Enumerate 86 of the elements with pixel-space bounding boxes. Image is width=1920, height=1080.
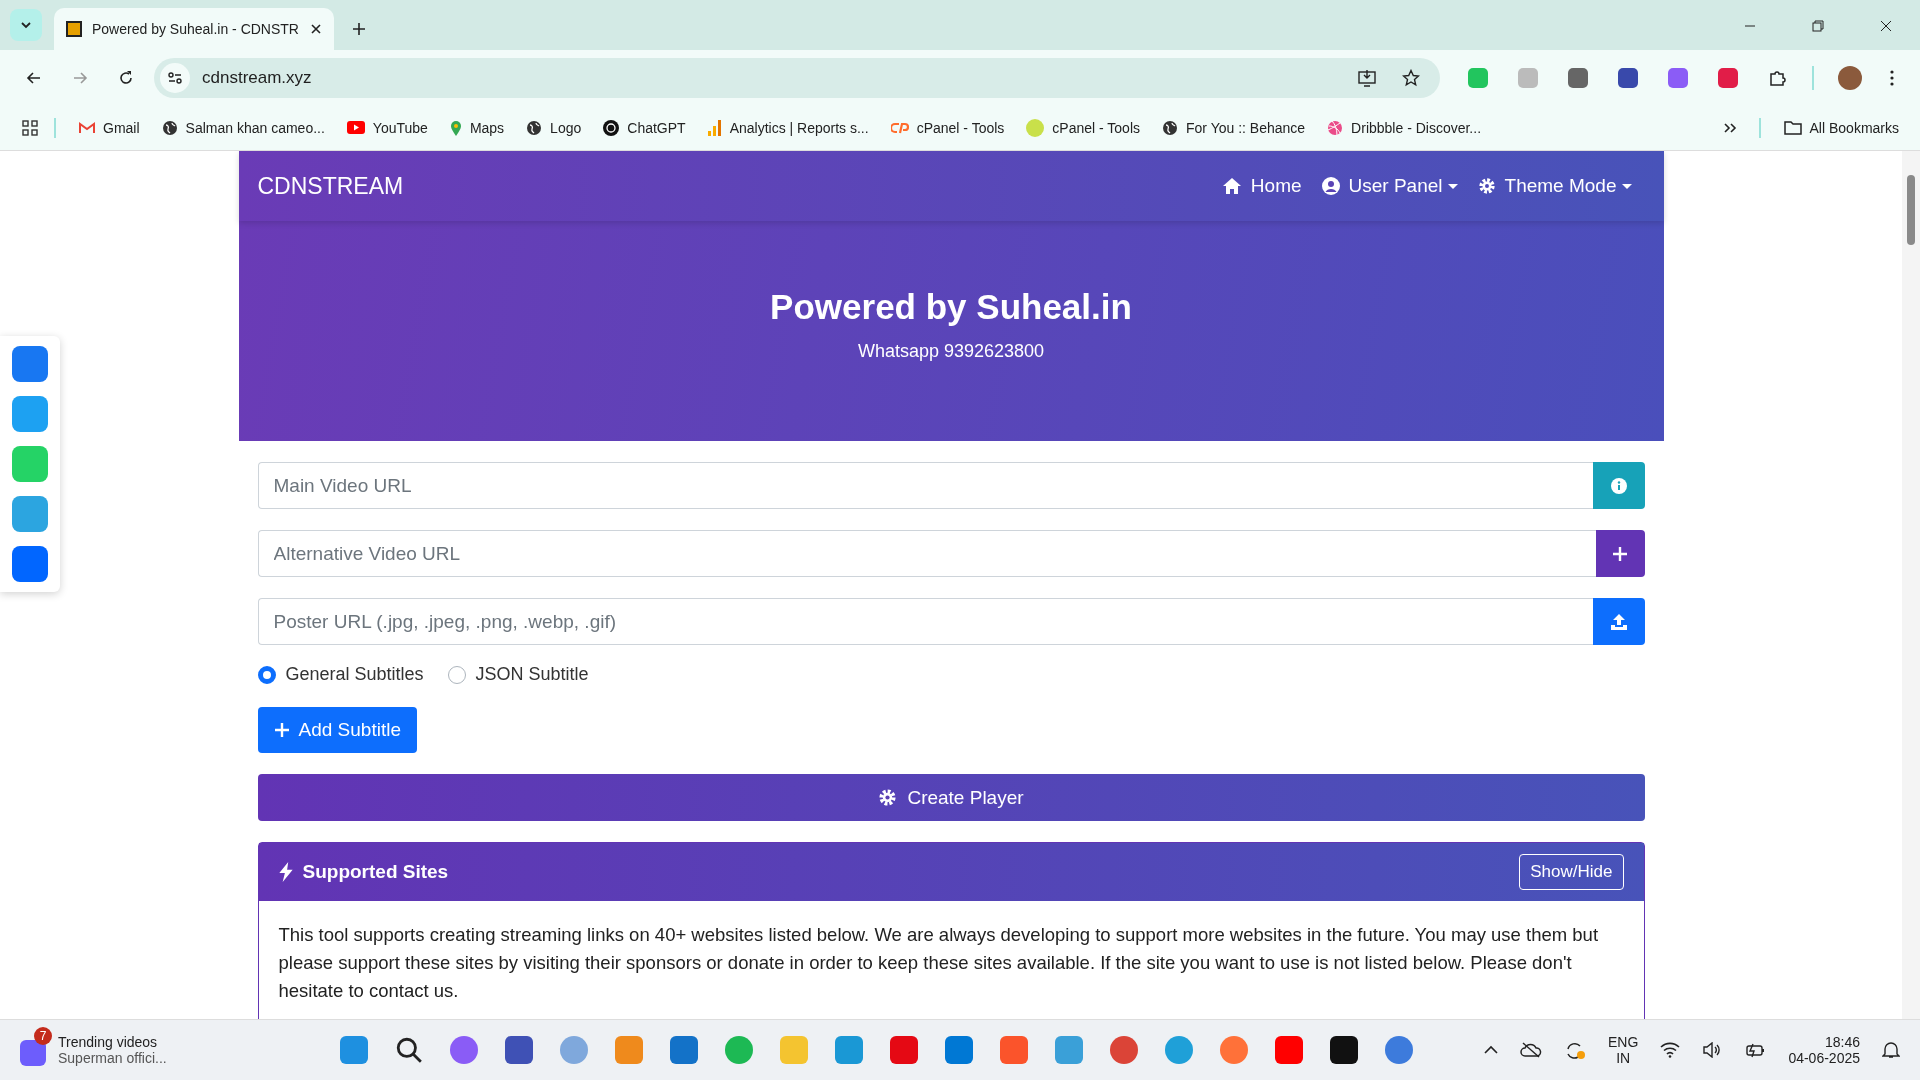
globe-icon bbox=[1162, 119, 1178, 136]
bookmark-item[interactable]: YouTube bbox=[339, 119, 435, 136]
url-input-field[interactable]: Main Video URL bbox=[257, 462, 1593, 509]
cloud-off-icon[interactable] bbox=[1520, 1042, 1543, 1058]
settings-icon bbox=[1477, 177, 1496, 195]
brand-logo-text[interactable]: CDNSTREAM bbox=[257, 172, 404, 200]
url-input-field[interactable]: Alternative Video URL bbox=[257, 530, 1596, 577]
new-tab-icon[interactable] bbox=[352, 22, 366, 36]
basketball-icon bbox=[1327, 119, 1344, 136]
chevron-down-icon bbox=[20, 19, 32, 31]
globe-icon bbox=[161, 119, 178, 136]
lightning-bolt-icon bbox=[278, 862, 293, 882]
bookmark-item[interactable]: cPanel - Tools bbox=[1019, 118, 1147, 137]
close-icon[interactable] bbox=[310, 23, 322, 35]
bookmark-item[interactable]: Dribbble - Discover... bbox=[1320, 119, 1489, 136]
settings-icon bbox=[878, 788, 898, 807]
site-settings-icon[interactable] bbox=[160, 62, 190, 93]
scrollbar[interactable] bbox=[1902, 151, 1920, 1019]
bar-chart-icon bbox=[707, 119, 722, 136]
map-pin-icon bbox=[449, 119, 462, 136]
create-player-button[interactable]: Create Player bbox=[257, 774, 1645, 821]
input-addon-button[interactable] bbox=[1595, 530, 1645, 577]
extension-icon[interactable] bbox=[1718, 67, 1738, 88]
chevron-up-icon[interactable] bbox=[1484, 1045, 1499, 1055]
card-title: Supported Sites bbox=[302, 861, 449, 883]
subtitle-type-radio[interactable]: General Subtitles bbox=[257, 664, 424, 685]
battery-icon[interactable] bbox=[1744, 1042, 1767, 1058]
envelope-m-icon bbox=[79, 121, 95, 134]
card-description: This tool supports creating streaming links on 40+ websites listed below. We are always developing to support more websites in the future. You may use them but please support these sites by visiting their sponsors or donate in order to keep these sites available. If the site you want to use is not listed below. Please don't hesitate to contact us. bbox=[277, 923, 1600, 1003]
nav-link[interactable]: Theme Mode bbox=[1477, 175, 1632, 197]
widget-subtitle: Superman offici... bbox=[58, 1050, 167, 1066]
sync-icon[interactable] bbox=[1564, 1040, 1587, 1060]
clock[interactable]: 18:46 04-06-2025 bbox=[1788, 1034, 1860, 1066]
hero-subtitle: Whatsapp 9392623800 bbox=[857, 340, 1045, 362]
url-input-field[interactable]: Poster URL (.jpg, .jpeg, .png, .webp, .gif) bbox=[257, 598, 1593, 645]
restore-icon[interactable] bbox=[1812, 20, 1824, 32]
bookmark-star-icon[interactable] bbox=[1402, 68, 1420, 87]
chevrons-right-icon[interactable] bbox=[1722, 121, 1737, 134]
upload-icon bbox=[1609, 612, 1628, 631]
plus-icon bbox=[273, 722, 290, 738]
knot-icon bbox=[603, 119, 620, 136]
install-app-icon[interactable] bbox=[1358, 68, 1376, 87]
input-addon-button[interactable] bbox=[1592, 598, 1645, 645]
nav-link[interactable]: Home bbox=[1221, 175, 1302, 197]
hero-title: Powered by Suheal.in bbox=[770, 286, 1132, 327]
speaker-icon[interactable] bbox=[1702, 1042, 1723, 1058]
extension-icon[interactable] bbox=[1568, 67, 1588, 88]
add-subtitle-button[interactable]: Add Subtitle bbox=[257, 707, 417, 753]
bookmark-item[interactable]: ChatGPT bbox=[596, 119, 693, 136]
bookmark-item[interactable]: Salman khan cameo... bbox=[154, 119, 332, 136]
bookmark-item[interactable]: For You :: Behance bbox=[1155, 119, 1313, 136]
globe-icon bbox=[526, 119, 543, 136]
bell-icon[interactable] bbox=[1882, 1041, 1900, 1059]
cp-logo-icon bbox=[890, 121, 909, 134]
play-icon bbox=[346, 121, 365, 134]
house-icon bbox=[1221, 177, 1242, 195]
bookmark-item[interactable]: Analytics | Reports s... bbox=[700, 119, 876, 136]
bookmark-item[interactable]: Gmail bbox=[72, 119, 147, 136]
input-addon-button[interactable] bbox=[1592, 462, 1645, 509]
info-icon bbox=[1610, 477, 1627, 494]
badge-icon bbox=[1026, 118, 1045, 137]
all-bookmarks-button[interactable]: All Bookmarks bbox=[1776, 119, 1906, 136]
subtitle-type-radio[interactable]: JSON Subtitle bbox=[447, 664, 589, 685]
notification-count: 7 bbox=[34, 1027, 52, 1045]
news-widget[interactable]: 7 Trending videos Superman offici... bbox=[20, 1026, 260, 1074]
bookmark-item[interactable]: cPanel - Tools bbox=[883, 119, 1012, 136]
nav-link[interactable]: User Panel bbox=[1321, 175, 1458, 197]
tab-list-button[interactable] bbox=[10, 9, 42, 41]
tab-title: Powered by Suheal.in - CDNSTR bbox=[92, 21, 300, 37]
bookmark-item[interactable]: Logo bbox=[519, 119, 589, 136]
show-hide-button[interactable]: Show/Hide bbox=[1519, 854, 1624, 890]
browser-tab[interactable]: Powered by Suheal.in - CDNSTR bbox=[54, 8, 334, 50]
search-icon[interactable] bbox=[395, 1036, 423, 1064]
widget-title: Trending videos bbox=[58, 1034, 159, 1050]
profile-avatar[interactable] bbox=[1838, 65, 1862, 90]
user-circle-icon bbox=[1321, 177, 1340, 195]
extension-icon[interactable] bbox=[1668, 67, 1688, 88]
input-language-indicator[interactable]: ENG IN bbox=[1608, 1034, 1639, 1066]
extension-icon[interactable] bbox=[1618, 67, 1638, 88]
plus-icon bbox=[1612, 545, 1628, 562]
close-window-icon[interactable] bbox=[1880, 20, 1892, 32]
bookmark-item[interactable]: Maps bbox=[442, 119, 512, 136]
address-bar[interactable]: cdnstream.xyz bbox=[154, 57, 1440, 98]
wifi-icon[interactable] bbox=[1660, 1042, 1681, 1058]
apps-grid-icon[interactable] bbox=[22, 119, 38, 136]
favicon-icon bbox=[66, 21, 82, 37]
